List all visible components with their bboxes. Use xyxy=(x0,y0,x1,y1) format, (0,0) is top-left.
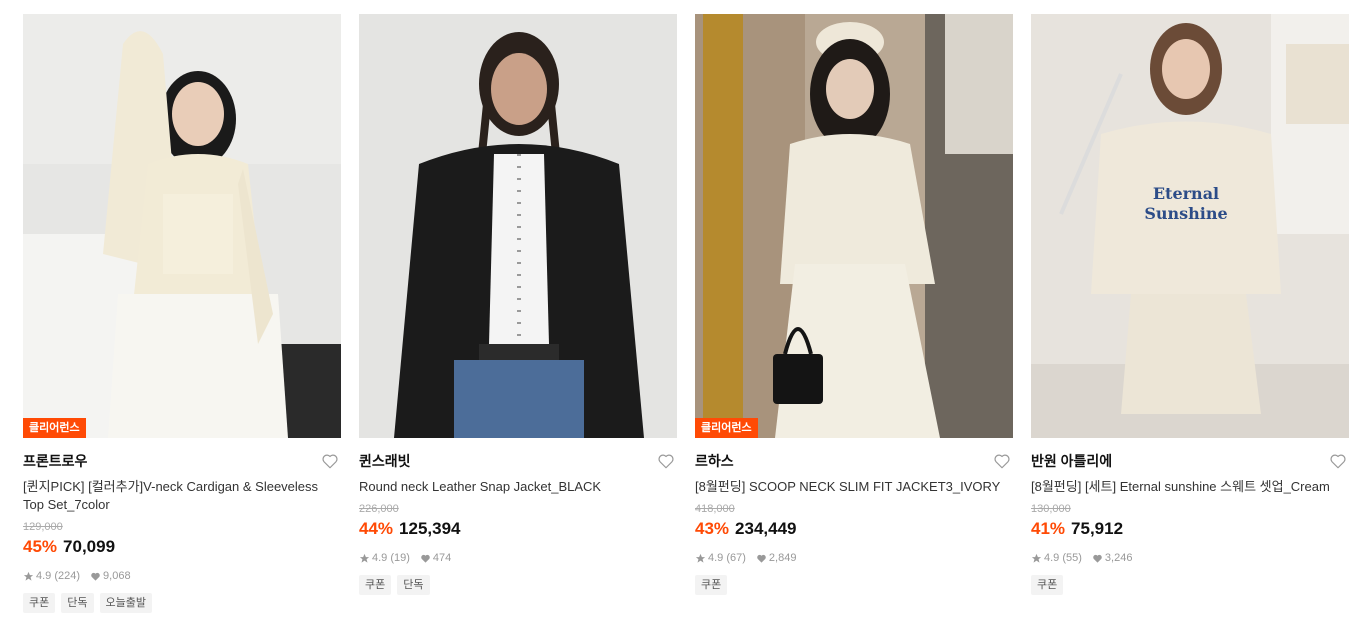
price-row: 41% 75,912 xyxy=(1031,518,1349,541)
clearance-badge: 클리어런스 xyxy=(695,418,758,438)
rating-value: 4.9 xyxy=(372,552,388,564)
heart-icon[interactable] xyxy=(1329,452,1347,470)
sale-price: 70,099 xyxy=(63,537,116,556)
rating-value: 4.9 xyxy=(708,552,724,564)
rating-value: 4.9 xyxy=(1044,552,1060,564)
star-icon xyxy=(695,553,706,563)
tag-exclusive: 단독 xyxy=(61,593,94,613)
product-stats: 4.9 (55) 3,246 xyxy=(1031,551,1349,565)
tag-coupon: 쿠폰 xyxy=(23,593,56,613)
tag-list: 쿠폰 단독 xyxy=(359,575,677,595)
heart-filled-icon xyxy=(757,554,766,563)
product-image[interactable] xyxy=(359,14,677,438)
product-card[interactable]: 클리어런스 르하스 [8월펀딩] SCOOP NECK SLIM FIT JAC… xyxy=(695,14,1013,595)
product-card[interactable]: Eternal Sunshine 반원 아틀리에 [8월펀딩] [세트] Ete… xyxy=(1031,14,1349,595)
like-count: 9,068 xyxy=(103,570,131,582)
heart-filled-icon xyxy=(421,554,430,563)
product-image[interactable]: Eternal Sunshine xyxy=(1031,14,1349,438)
product-photo xyxy=(23,14,341,438)
product-photo xyxy=(695,14,1013,438)
star-icon xyxy=(23,571,34,581)
tag-list: 쿠폰 xyxy=(1031,575,1349,595)
product-stats: 4.9 (19) 474 xyxy=(359,551,677,565)
heart-icon[interactable] xyxy=(657,452,675,470)
tag-coupon: 쿠폰 xyxy=(695,575,728,595)
review-count: (67) xyxy=(726,552,746,564)
sale-price: 234,449 xyxy=(735,519,797,538)
product-card[interactable]: 퀸스래빗 Round neck Leather Snap Jacket_BLAC… xyxy=(359,14,677,595)
discount-rate: 44% xyxy=(359,519,394,538)
price-row: 45% 70,099 xyxy=(23,536,341,559)
tag-ship-today: 오늘출발 xyxy=(99,593,152,613)
rating-value: 4.9 xyxy=(36,570,52,582)
tag-coupon: 쿠폰 xyxy=(359,575,392,595)
star-icon xyxy=(1031,553,1042,563)
product-title[interactable]: [8월펀딩] SCOOP NECK SLIM FIT JACKET3_IVORY xyxy=(695,478,1013,496)
price-row: 44% 125,394 xyxy=(359,518,677,541)
heart-icon[interactable] xyxy=(321,452,339,470)
brand-name[interactable]: 퀸스래빗 xyxy=(359,452,677,470)
brand-name[interactable]: 반원 아틀리에 xyxy=(1031,452,1349,470)
svg-text:Eternal: Eternal xyxy=(1153,184,1219,203)
product-image[interactable]: 클리어런스 xyxy=(23,14,341,438)
heart-filled-icon xyxy=(91,572,100,581)
original-price: 226,000 xyxy=(359,503,399,515)
review-count: (224) xyxy=(54,570,81,582)
price-row: 43% 234,449 xyxy=(695,518,1013,541)
original-price: 129,000 xyxy=(23,521,63,533)
star-icon xyxy=(359,553,370,563)
product-image[interactable]: 클리어런스 xyxy=(695,14,1013,438)
brand-name[interactable]: 프론트로우 xyxy=(23,452,341,470)
product-title[interactable]: [8월펀딩] [세트] Eternal sunshine 스웨트 셋업_Crea… xyxy=(1031,478,1349,496)
sale-price: 125,394 xyxy=(399,519,461,538)
heart-filled-icon xyxy=(1093,554,1102,563)
discount-rate: 43% xyxy=(695,519,730,538)
like-count: 2,849 xyxy=(768,552,797,564)
sale-price: 75,912 xyxy=(1071,519,1124,538)
product-stats: 4.9 (67) 2,849 xyxy=(695,551,1013,565)
svg-text:Sunshine: Sunshine xyxy=(1144,204,1227,223)
tag-list: 쿠폰 xyxy=(695,575,1013,595)
like-count: 3,246 xyxy=(1104,552,1133,564)
product-photo: Eternal Sunshine xyxy=(1031,14,1349,438)
product-title[interactable]: Round neck Leather Snap Jacket_BLACK xyxy=(359,478,677,496)
tag-exclusive: 단독 xyxy=(397,575,430,595)
like-count: 474 xyxy=(432,552,452,564)
tag-list: 쿠폰 단독 오늘출발 xyxy=(23,593,341,613)
brand-name[interactable]: 르하스 xyxy=(695,452,1013,470)
product-card[interactable]: 클리어런스 프론트로우 [퀸지PICK] [컬러추가]V-neck Cardig… xyxy=(23,14,341,613)
review-count: (55) xyxy=(1062,552,1082,564)
tag-coupon: 쿠폰 xyxy=(1031,575,1064,595)
product-stats: 4.9 (224) 9,068 xyxy=(23,569,341,583)
product-grid: 클리어런스 프론트로우 [퀸지PICK] [컬러추가]V-neck Cardig… xyxy=(0,0,1360,635)
original-price: 418,000 xyxy=(695,503,735,515)
original-price: 130,000 xyxy=(1031,503,1071,515)
discount-rate: 41% xyxy=(1031,519,1066,538)
clearance-badge: 클리어런스 xyxy=(23,418,86,438)
review-count: (19) xyxy=(390,552,410,564)
discount-rate: 45% xyxy=(23,537,58,556)
product-title[interactable]: [퀸지PICK] [컬러추가]V-neck Cardigan & Sleevel… xyxy=(23,478,341,514)
product-photo xyxy=(359,14,677,438)
heart-icon[interactable] xyxy=(993,452,1011,470)
